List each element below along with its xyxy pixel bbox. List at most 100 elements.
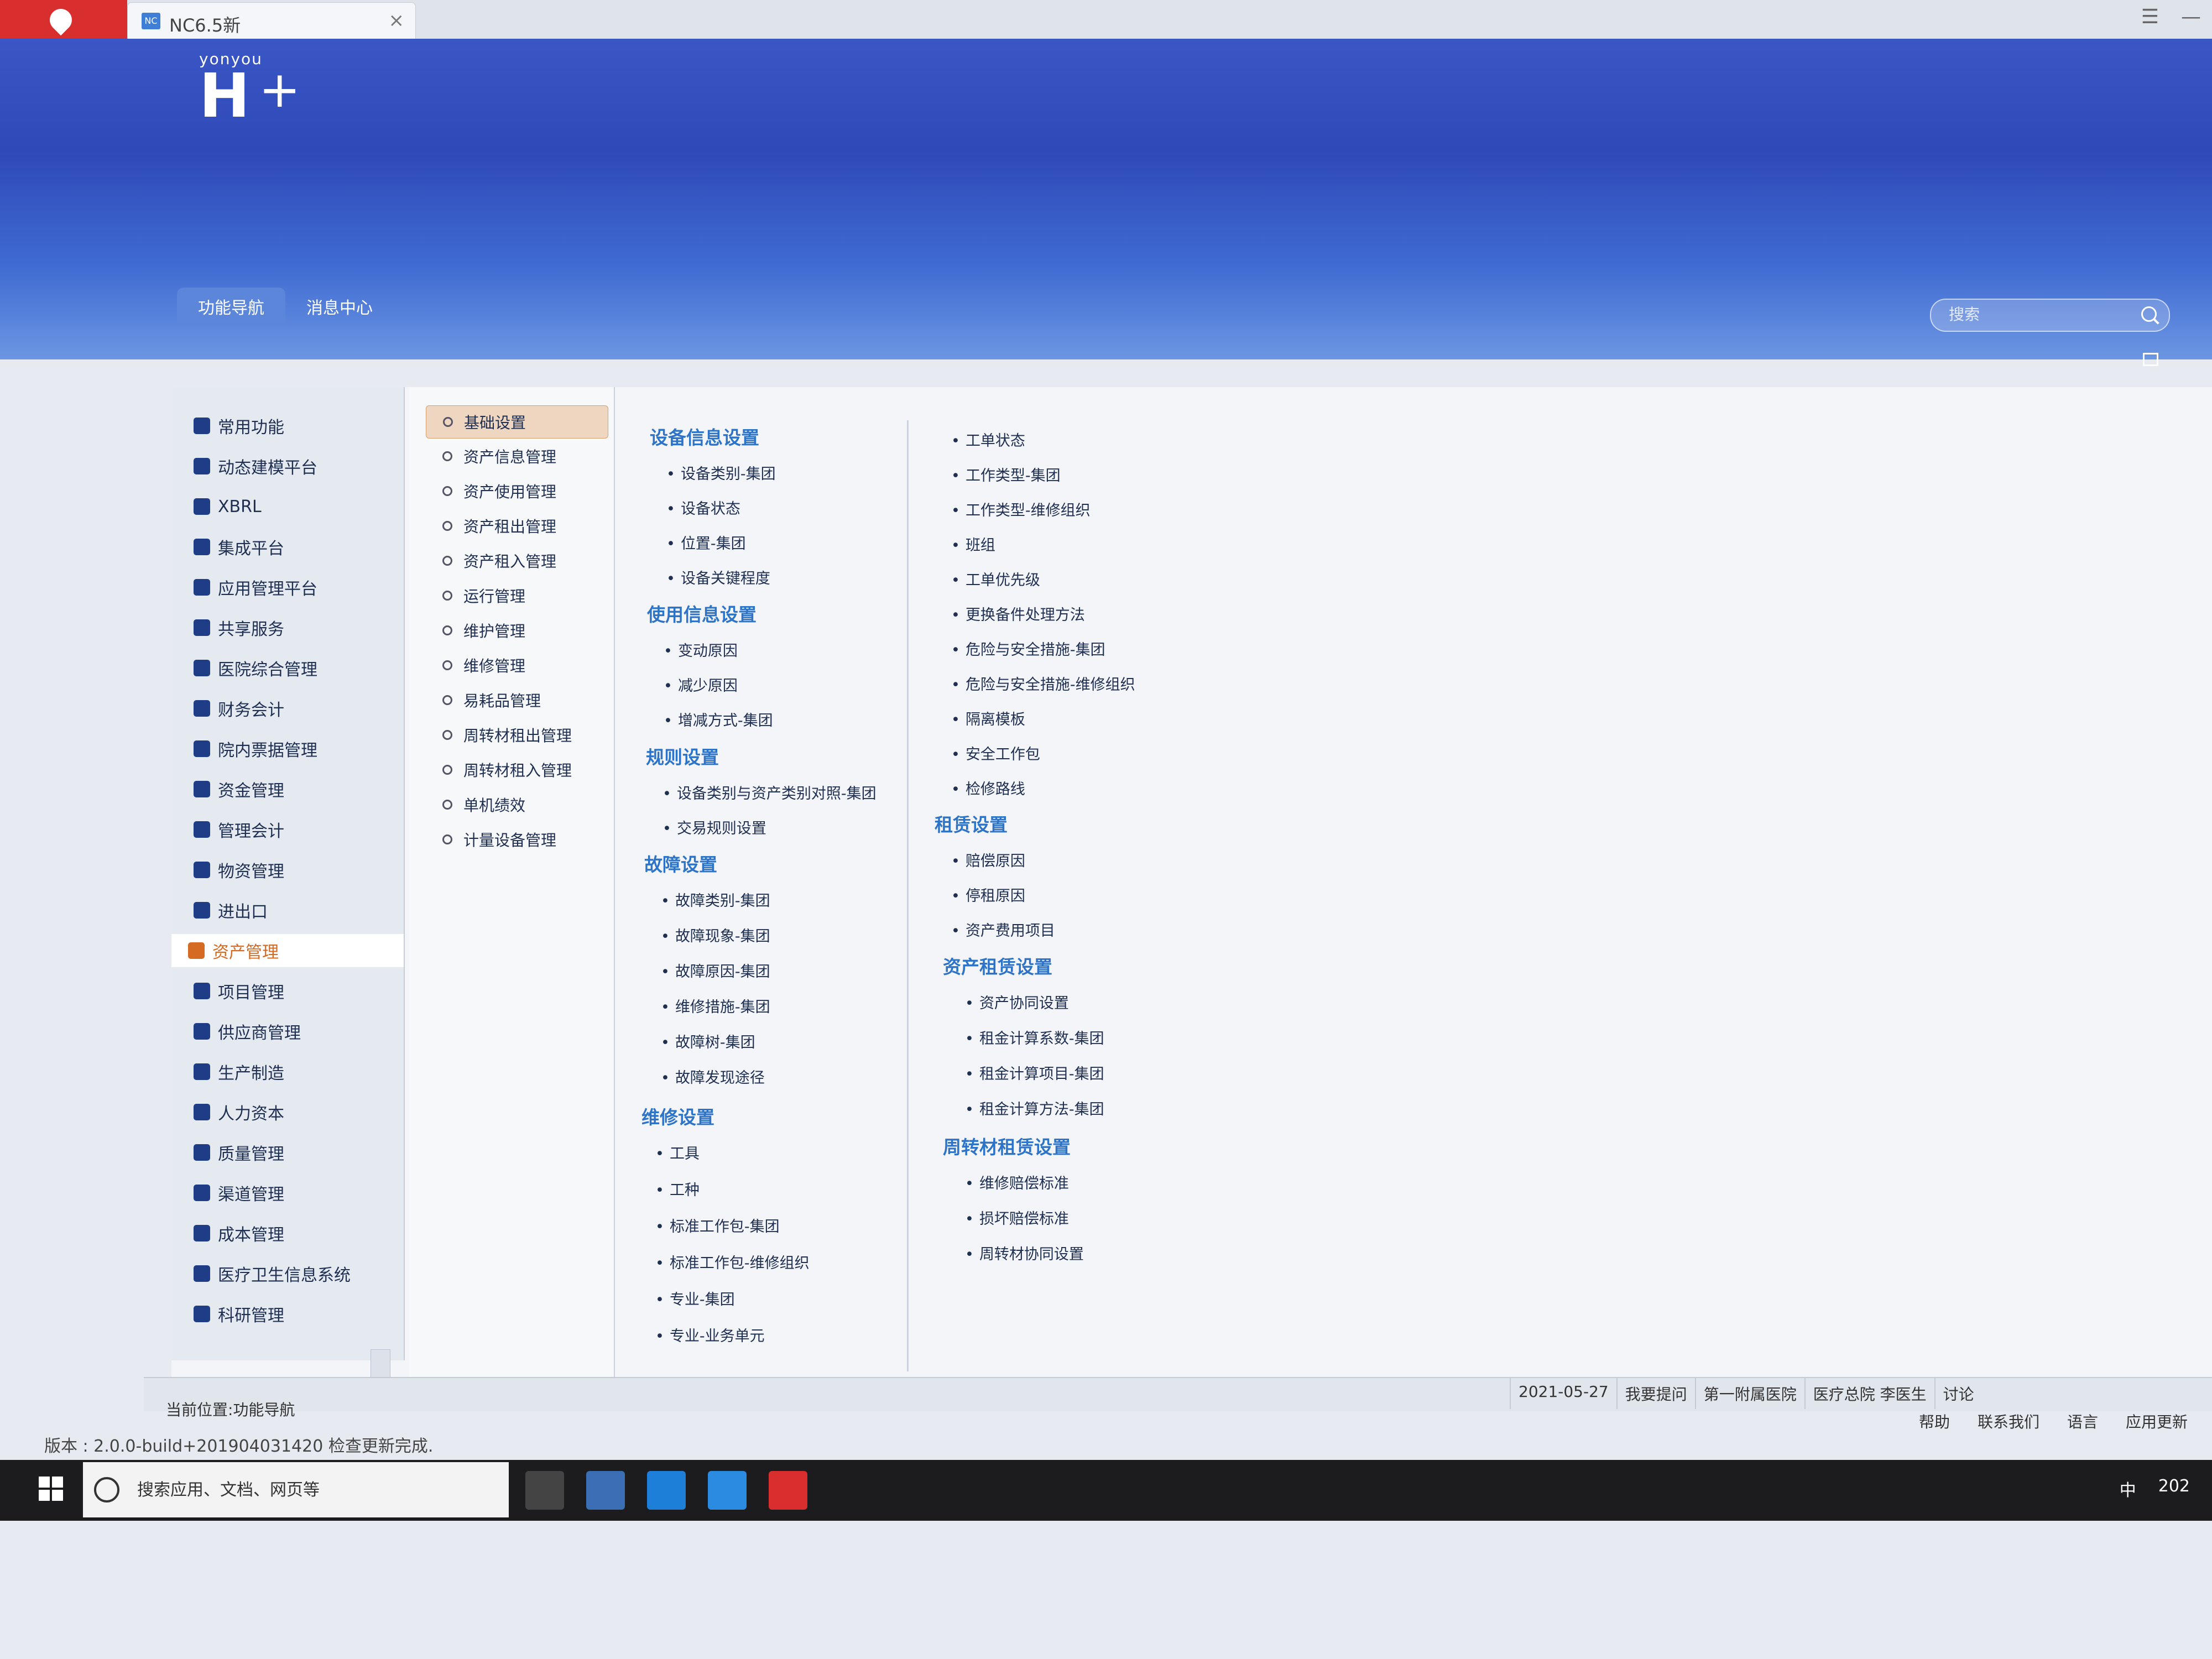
ie-icon[interactable]	[708, 1471, 747, 1510]
edge-icon[interactable]	[647, 1471, 686, 1510]
link-item[interactable]: 工种	[655, 1178, 700, 1199]
link-item[interactable]: 资产协同设置	[965, 991, 1069, 1013]
nav-item-research[interactable]: 科研管理	[194, 1297, 284, 1331]
link-item[interactable]: 故障树-集团	[661, 1030, 755, 1052]
menu-icon[interactable]: ☰	[2141, 6, 2159, 28]
subnav-metering[interactable]: 计量设备管理	[442, 828, 556, 851]
link-item[interactable]: 危险与安全措施-维修组织	[951, 672, 1135, 694]
nav-item-project[interactable]: 项目管理	[194, 974, 284, 1008]
link-item[interactable]: 标准工作包-维修组织	[655, 1251, 810, 1272]
link-item[interactable]: 工单状态	[951, 429, 1025, 450]
link-item[interactable]: 专业-集团	[655, 1287, 735, 1309]
link-item[interactable]: 停租原因	[951, 884, 1025, 905]
link-item[interactable]: 班组	[951, 533, 995, 555]
windows-start-icon[interactable]	[39, 1477, 63, 1501]
search-input[interactable]	[1948, 300, 2132, 328]
subnav-material-out[interactable]: 周转材租出管理	[442, 724, 572, 746]
link-item[interactable]: 租金计算方法-集团	[965, 1097, 1104, 1119]
subnav-repair[interactable]: 维修管理	[442, 654, 525, 676]
nav-item-hospital[interactable]: 医院综合管理	[194, 651, 317, 685]
subnav-operation[interactable]: 运行管理	[442, 585, 525, 607]
link-item[interactable]: 工具	[655, 1141, 700, 1163]
link-item[interactable]: 增减方式-集团	[664, 708, 773, 730]
link-item[interactable]: 安全工作包	[951, 742, 1040, 764]
link-item[interactable]: 设备状态	[666, 497, 740, 518]
nav-item-supplier[interactable]: 供应商管理	[194, 1015, 301, 1048]
link-item[interactable]: 赔偿原因	[951, 849, 1025, 870]
link-item[interactable]: 工单优先级	[951, 568, 1040, 589]
nav-item-hr[interactable]: 人力资本	[194, 1095, 284, 1129]
search-icon[interactable]	[2141, 306, 2157, 322]
link-item[interactable]: 设备类别-集团	[666, 462, 776, 483]
nav-item-common[interactable]: 常用功能	[194, 409, 284, 442]
subnav-asset-info[interactable]: 资产信息管理	[442, 445, 556, 467]
subnav-material-in[interactable]: 周转材租入管理	[442, 759, 572, 781]
app-update-link[interactable]: 应用更新	[2126, 1410, 2188, 1432]
link-item[interactable]: 标准工作包-集团	[655, 1214, 780, 1236]
tab-function-nav[interactable]: 功能导航	[177, 288, 285, 325]
tab-message-center[interactable]: 消息中心	[285, 288, 394, 325]
nav-item-integration[interactable]: 集成平台	[194, 530, 284, 564]
nav-item-xbrl[interactable]: XBRL	[194, 490, 262, 523]
user-info[interactable]: 医疗总院 李医生	[1804, 1378, 1934, 1409]
language-link[interactable]: 语言	[2067, 1410, 2098, 1432]
link-item[interactable]: 设备类别与资产类别对照-集团	[662, 781, 877, 803]
link-item[interactable]: 工作类型-集团	[951, 463, 1061, 485]
nc-app-icon[interactable]	[769, 1471, 807, 1510]
nav-item-mgmt-accounting[interactable]: 管理会计	[194, 813, 284, 846]
link-item[interactable]: 交易规则设置	[662, 816, 766, 838]
link-item[interactable]: 维修赔偿标准	[965, 1171, 1069, 1193]
link-item[interactable]: 资产费用项目	[951, 919, 1055, 940]
task-view-icon[interactable]	[525, 1471, 564, 1510]
nav-item-channel[interactable]: 渠道管理	[194, 1176, 284, 1209]
subnav-lease-out[interactable]: 资产租出管理	[442, 515, 556, 537]
subnav-consumables[interactable]: 易耗品管理	[442, 689, 541, 711]
network-app-icon[interactable]	[586, 1471, 625, 1510]
nav-item-modeling[interactable]: 动态建模平台	[194, 450, 317, 483]
link-item[interactable]: 变动原因	[664, 639, 738, 660]
org-selector[interactable]: 第一附属医院	[1694, 1378, 1804, 1409]
link-item[interactable]: 危险与安全措施-集团	[951, 638, 1105, 659]
ime-indicator[interactable]: 中	[2120, 1477, 2136, 1501]
subnav-asset-usage[interactable]: 资产使用管理	[442, 480, 556, 502]
nav-item-shared[interactable]: 共享服务	[194, 611, 284, 644]
link-item[interactable]: 租金计算项目-集团	[965, 1062, 1104, 1083]
link-item[interactable]: 周转材协同设置	[965, 1242, 1084, 1264]
nav-item-finance[interactable]: 财务会计	[194, 692, 284, 725]
link-item[interactable]: 故障原因-集团	[661, 959, 770, 981]
nav-item-his[interactable]: 医疗卫生信息系统	[194, 1257, 351, 1290]
subnav-performance[interactable]: 单机绩效	[442, 794, 525, 816]
app-logo-tab[interactable]	[0, 0, 127, 39]
nav-item-asset-mgmt[interactable]: 资产管理	[171, 934, 404, 967]
link-item[interactable]: 损坏赔偿标准	[965, 1207, 1069, 1228]
subnav-basic-settings[interactable]: 基础设置	[426, 405, 608, 439]
subnav-maintenance[interactable]: 维护管理	[442, 619, 525, 641]
maximize-icon[interactable]	[2143, 353, 2158, 366]
tab-nc65[interactable]: NC NC6.5新 ×	[127, 2, 416, 39]
minimize-icon[interactable]: —	[2181, 6, 2201, 28]
nav-item-import-export[interactable]: 进出口	[194, 894, 268, 927]
nav-item-cost[interactable]: 成本管理	[194, 1217, 284, 1250]
subnav-lease-in[interactable]: 资产租入管理	[442, 550, 556, 572]
nav-item-funds[interactable]: 资金管理	[194, 773, 284, 806]
link-item[interactable]: 设备关键程度	[666, 566, 770, 588]
link-item[interactable]: 故障类别-集团	[661, 889, 770, 910]
taskbar-search[interactable]	[83, 1462, 509, 1517]
nav-item-materials[interactable]: 物资管理	[194, 853, 284, 886]
ask-question-link[interactable]: 我要提问	[1616, 1378, 1695, 1409]
discuss-button[interactable]: 讨论	[1934, 1378, 1982, 1409]
link-item[interactable]: 位置-集团	[666, 531, 746, 553]
contact-link[interactable]: 联系我们	[1978, 1410, 2039, 1432]
taskbar-search-input[interactable]	[136, 1479, 470, 1500]
link-item[interactable]: 工作类型-维修组织	[951, 498, 1091, 520]
nav-item-app-platform[interactable]: 应用管理平台	[194, 571, 317, 604]
link-item[interactable]: 故障现象-集团	[661, 924, 770, 946]
close-tab-icon[interactable]: ×	[389, 9, 405, 32]
nav-item-quality[interactable]: 质量管理	[194, 1136, 284, 1169]
link-item[interactable]: 租金计算系数-集团	[965, 1026, 1104, 1048]
nav-item-bills[interactable]: 院内票据管理	[194, 732, 317, 765]
link-item[interactable]: 故障发现途径	[661, 1066, 765, 1087]
link-item[interactable]: 检修路线	[951, 777, 1025, 799]
link-item[interactable]: 维修措施-集团	[661, 995, 770, 1016]
link-item[interactable]: 专业-业务单元	[655, 1324, 765, 1345]
